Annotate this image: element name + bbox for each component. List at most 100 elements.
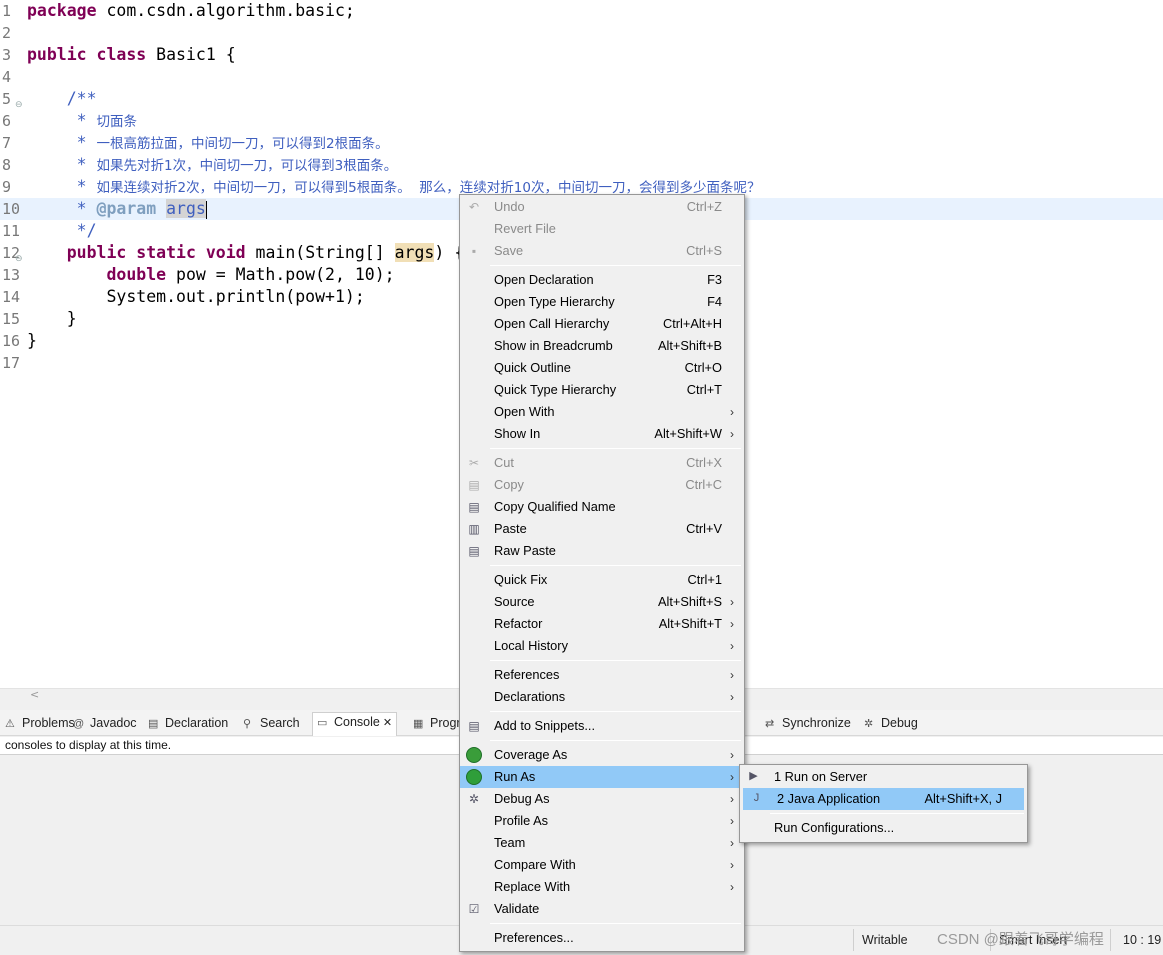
- menu-separator: [490, 448, 741, 449]
- tab-debug[interactable]: ✲ Debug: [864, 714, 918, 734]
- code-token: static: [136, 243, 196, 262]
- tab-javadoc[interactable]: @ Javadoc: [73, 714, 137, 734]
- run-icon: [466, 769, 482, 785]
- line-number: 1: [2, 2, 12, 20]
- shortcut-label: Alt+Shift+T: [658, 616, 722, 631]
- menu-item-revert-file[interactable]: Revert File: [460, 218, 744, 240]
- menu-item-2-java-application[interactable]: J 2 Java Application Alt+Shift+X, J: [743, 788, 1024, 810]
- menu-item-debug-as[interactable]: ✲ Debug As ›: [460, 788, 744, 810]
- menu-item-label: Save: [494, 243, 524, 258]
- progress-icon: ▦: [413, 718, 424, 730]
- code-token: }: [27, 309, 77, 328]
- tab-label: Console: [334, 715, 380, 729]
- menu-item-label: Quick Type Hierarchy: [494, 382, 617, 397]
- chevron-right-icon: ›: [730, 427, 734, 441]
- menu-item-label: Add to Snippets...: [494, 718, 596, 733]
- menu-separator: [490, 565, 741, 566]
- code-token: *: [27, 199, 97, 218]
- code-token: /**: [27, 89, 97, 108]
- menu-item-label: Profile As: [494, 813, 549, 828]
- menu-item-declarations[interactable]: Declarations ›: [460, 686, 744, 708]
- menu-item-preferences[interactable]: Preferences...: [460, 927, 744, 949]
- code-line: 2: [0, 22, 1163, 44]
- menu-item-copy-qualified-name[interactable]: ▤ Copy Qualified Name: [460, 496, 744, 518]
- menu-item-open-call-hierarchy[interactable]: Open Call Hierarchy Ctrl+Alt+H: [460, 313, 744, 335]
- close-icon[interactable]: ✕: [380, 717, 392, 729]
- menu-item-quick-outline[interactable]: Quick Outline Ctrl+O: [460, 357, 744, 379]
- tab-console[interactable]: ▭ Console ✕: [312, 712, 398, 736]
- shortcut-label: Alt+Shift+B: [657, 338, 722, 353]
- menu-item-compare-with[interactable]: Compare With ›: [460, 854, 744, 876]
- menu-item-label: Open Declaration: [494, 272, 594, 287]
- menu-item-run-configurations[interactable]: Run Configurations...: [740, 817, 1027, 839]
- code-text: * 如果先对折1次，中间切一刀，可以得到3根面条。: [27, 154, 398, 177]
- menu-item-raw-paste[interactable]: ▤ Raw Paste: [460, 540, 744, 562]
- tab-problems[interactable]: ⚠ Problems: [5, 714, 75, 734]
- menu-item-label: Copy: [494, 477, 524, 492]
- code-token: public: [66, 243, 127, 262]
- menu-item-open-with[interactable]: Open With ›: [460, 401, 744, 423]
- code-line: 6 * 切面条: [0, 110, 1163, 132]
- code-token: com.csdn.algorithm.basic;: [96, 1, 355, 20]
- menu-item-local-history[interactable]: Local History ›: [460, 635, 744, 657]
- menu-item-label: Preferences...: [494, 930, 574, 945]
- code-line: 3 public class Basic1 {: [0, 44, 1163, 66]
- menu-item-coverage-as[interactable]: Coverage As ›: [460, 744, 744, 766]
- menu-item-references[interactable]: References ›: [460, 664, 744, 686]
- menu-item-open-declaration[interactable]: Open Declaration F3: [460, 269, 744, 291]
- menu-separator: [490, 740, 741, 741]
- scroll-left-icon[interactable]: <: [30, 688, 39, 701]
- menu-item-profile-as[interactable]: Profile As ›: [460, 810, 744, 832]
- menu-item-undo[interactable]: ↶ Undo Ctrl+Z: [460, 196, 744, 218]
- menu-item-cut[interactable]: ✂ Cut Ctrl+X: [460, 452, 744, 474]
- menu-item-save[interactable]: ▪ Save Ctrl+S: [460, 240, 744, 262]
- tab-declaration[interactable]: ▤ Declaration: [148, 714, 228, 734]
- menu-separator: [490, 711, 741, 712]
- snippets-icon: ▤: [468, 719, 480, 733]
- code-token: void: [205, 243, 246, 262]
- code-text: }: [27, 308, 77, 330]
- debug-as-icon: ✲: [468, 792, 480, 806]
- tab-progress[interactable]: ▦ Progr: [413, 714, 461, 734]
- menu-item-refactor[interactable]: Refactor Alt+Shift+T ›: [460, 613, 744, 635]
- menu-item-add-to-snippets[interactable]: ▤ Add to Snippets...: [460, 715, 744, 737]
- menu-item-label: Copy Qualified Name: [494, 499, 616, 514]
- menu-item-source[interactable]: Source Alt+Shift+S ›: [460, 591, 744, 613]
- menu-item-1-run-on-server[interactable]: ▶ 1 Run on Server: [740, 766, 1027, 788]
- menu-item-show-in-breadcrumb[interactable]: Show in Breadcrumb Alt+Shift+B: [460, 335, 744, 357]
- code-text: */: [27, 220, 97, 242]
- menu-item-quick-type-hierarchy[interactable]: Quick Type Hierarchy Ctrl+T: [460, 379, 744, 401]
- menu-item-replace-with[interactable]: Replace With ›: [460, 876, 744, 898]
- code-token: pow = Math.pow(2, 10);: [166, 265, 395, 284]
- chevron-right-icon: ›: [730, 639, 734, 653]
- menu-item-quick-fix[interactable]: Quick Fix Ctrl+1: [460, 569, 744, 591]
- code-token: 一根高筋拉面，中间切一刀，可以得到2根面条。: [96, 136, 389, 152]
- declaration-icon: ▤: [148, 718, 159, 730]
- menu-item-open-type-hierarchy[interactable]: Open Type Hierarchy F4: [460, 291, 744, 313]
- menu-item-label: Quick Outline: [494, 360, 571, 375]
- shortcut-label: Ctrl+T: [686, 382, 722, 397]
- code-line: 1 package com.csdn.algorithm.basic;: [0, 0, 1163, 22]
- menu-item-run-as[interactable]: Run As ›: [460, 766, 744, 788]
- javadoc-icon: @: [73, 718, 85, 730]
- code-text: * @param args: [27, 198, 208, 220]
- code-line: 5 ⊖ /**: [0, 88, 1163, 110]
- code-token: package: [27, 1, 97, 20]
- code-token: *: [27, 155, 97, 174]
- code-token: main(String[]: [245, 243, 395, 262]
- context-menu: ↶ Undo Ctrl+Z Revert File ▪ Save Ctrl+S Open De…: [459, 194, 745, 952]
- menu-item-copy[interactable]: ▤ Copy Ctrl+C: [460, 474, 744, 496]
- code-token: args: [394, 243, 435, 262]
- code-text: System.out.println(pow+1);: [27, 286, 364, 308]
- copy-qualified-name-icon: ▤: [468, 500, 480, 514]
- code-text: double pow = Math.pow(2, 10);: [27, 264, 395, 286]
- menu-item-paste[interactable]: ▥ Paste Ctrl+V: [460, 518, 744, 540]
- menu-separator: [490, 265, 741, 266]
- menu-item-validate[interactable]: ☑ Validate: [460, 898, 744, 920]
- menu-item-label: Revert File: [494, 221, 556, 236]
- tab-search[interactable]: ⚲ Search: [243, 714, 300, 734]
- menu-item-team[interactable]: Team ›: [460, 832, 744, 854]
- menu-item-show-in[interactable]: Show In Alt+Shift+W ›: [460, 423, 744, 445]
- tab-synchronize[interactable]: ⇄ Synchronize: [765, 714, 851, 734]
